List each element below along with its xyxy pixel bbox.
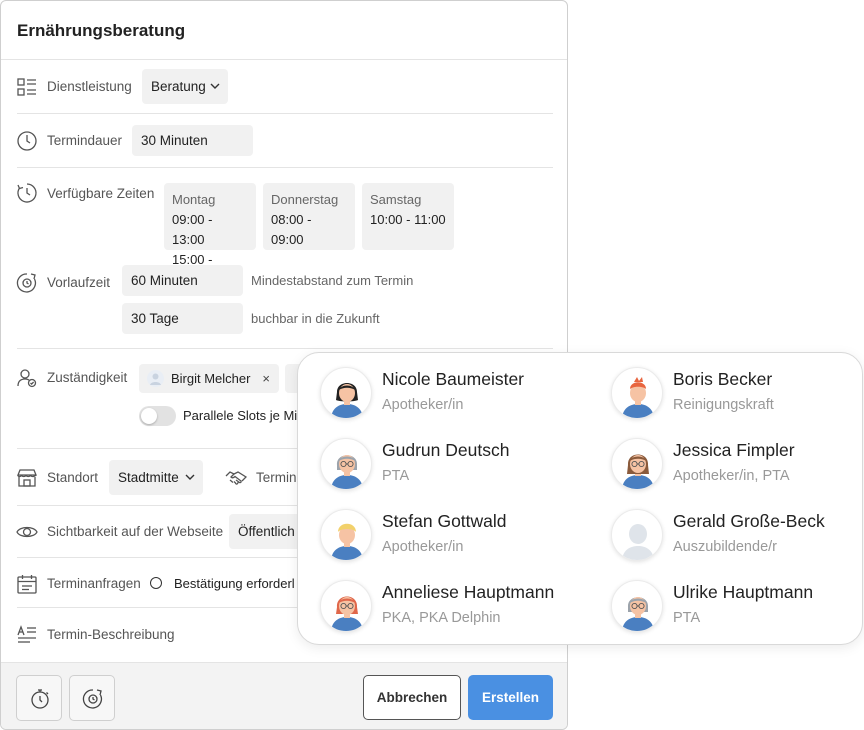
lead-time-icon	[16, 272, 38, 294]
female-gray-hair-glasses-avatar-icon	[611, 580, 663, 632]
staff-option[interactable]: Boris Becker Reinigungskraft	[611, 367, 861, 427]
handshake-icon	[225, 467, 247, 489]
staff-option[interactable]: Jessica Fimpler Apotheker/in, PTA	[611, 438, 861, 498]
visibility-value: Öffentlich	[238, 524, 295, 539]
service-value: Beratung	[151, 79, 206, 94]
description-label: Termin-Beschreibung	[47, 627, 175, 642]
staff-option[interactable]: Ulrike Hauptmann PTA	[611, 580, 861, 640]
refresh-timer-button[interactable]	[69, 675, 115, 721]
user-check-icon	[16, 367, 38, 389]
eye-icon	[16, 521, 38, 543]
responsibility-label: Zuständigkeit	[47, 370, 128, 385]
time-slot: 09:00 - 13:00	[172, 212, 213, 247]
staff-role: Auszubildende/r	[673, 539, 777, 555]
store-icon	[16, 467, 38, 489]
staff-name: Ulrike Hauptmann	[673, 582, 814, 602]
staff-role: Apotheker/in	[382, 539, 464, 555]
staff-name: Gudrun Deutsch	[382, 440, 510, 460]
female-brown-hair-glasses-avatar-icon	[611, 438, 663, 490]
staff-role: Apotheker/in, PTA	[673, 468, 790, 484]
requests-label: Terminanfragen	[47, 576, 141, 591]
day-slot-saturday[interactable]: Samstag 10:00 - 11:00	[362, 183, 454, 250]
time-history-icon	[16, 182, 38, 204]
staff-name: Anneliese Hauptmann	[382, 582, 555, 602]
lead-time-label: Vorlaufzeit	[47, 275, 111, 290]
text-format-icon	[16, 624, 38, 646]
day-name: Samstag	[370, 192, 422, 207]
header-divider	[1, 59, 567, 60]
male-red-hair-avatar-icon	[611, 367, 663, 419]
male-blond-hair-avatar-icon	[320, 509, 372, 561]
min-lead-time-input[interactable]: 60 Minuten	[122, 265, 243, 296]
staff-name: Stefan Gottwald	[382, 511, 507, 531]
service-list-icon	[16, 76, 38, 98]
divider	[17, 348, 553, 349]
chevron-down-icon	[210, 83, 220, 89]
staff-picker-popover: Nicole Baumeister Apotheker/in Boris Bec…	[297, 352, 863, 645]
staff-role: PKA, PKA Delphin	[382, 610, 501, 626]
timer-button[interactable]	[16, 675, 62, 721]
female-red-hair-glasses-avatar-icon	[320, 580, 372, 632]
staff-name: Boris Becker	[673, 369, 773, 389]
chevron-down-icon	[185, 474, 195, 480]
day-slot-monday[interactable]: Montag 09:00 - 13:00 15:00 - 17:00	[164, 183, 256, 287]
dialog-title: Ernährungsberatung	[17, 21, 186, 40]
staff-name: Gerald Große-Beck	[673, 511, 825, 531]
clock-icon	[16, 130, 38, 152]
divider	[17, 167, 553, 168]
female-dark-hair-avatar-icon	[320, 367, 372, 419]
max-lead-time-hint: buchbar in die Zukunft	[251, 311, 380, 326]
location-select[interactable]: Stadtmitte	[109, 460, 203, 495]
parallel-slots-label: Parallele Slots je Mit	[183, 408, 301, 423]
staff-role: Apotheker/in	[382, 397, 464, 413]
staff-name: Nicole Baumeister	[382, 369, 524, 389]
create-button[interactable]: Erstellen	[468, 675, 553, 720]
meeting-type-label: Termin	[256, 470, 297, 485]
staff-option[interactable]: Gerald Große-Beck Auszubildende/r	[611, 509, 861, 569]
toggle-knob	[141, 408, 157, 424]
visibility-label: Sichtbarkeit auf der Webseite	[47, 524, 224, 539]
day-name: Montag	[172, 192, 216, 207]
staff-option[interactable]: Anneliese Hauptmann PKA, PKA Delphin	[320, 580, 570, 640]
day-slot-thursday[interactable]: Donnerstag 08:00 - 09:00	[263, 183, 355, 250]
remove-chip-button[interactable]: ×	[262, 364, 270, 393]
staff-name: Jessica Fimpler	[673, 440, 795, 460]
cancel-button[interactable]: Abbrechen	[363, 675, 461, 720]
service-select[interactable]: Beratung	[142, 69, 228, 104]
available-times-label: Verfügbare Zeiten	[47, 186, 155, 201]
staff-role: Reinigungskraft	[673, 397, 774, 413]
time-slot: 10:00 - 11:00	[370, 212, 446, 227]
confirmation-radio[interactable]	[150, 577, 162, 589]
confirmation-option-label: Bestätigung erforderl	[174, 576, 295, 591]
service-label: Dienstleistung	[47, 79, 132, 94]
location-value: Stadtmitte	[118, 470, 179, 485]
staff-option[interactable]: Nicole Baumeister Apotheker/in	[320, 367, 570, 427]
placeholder-avatar-icon	[611, 509, 663, 561]
user-avatar-icon	[147, 370, 164, 387]
max-lead-time-input[interactable]: 30 Tage	[122, 303, 243, 334]
time-slot: 08:00 - 09:00	[271, 212, 312, 247]
duration-input[interactable]: 30 Minuten	[132, 125, 253, 156]
staff-option[interactable]: Stefan Gottwald Apotheker/in	[320, 509, 570, 569]
staff-role: PTA	[673, 610, 701, 626]
female-gray-hair-glasses-avatar-icon	[320, 438, 372, 490]
location-label: Standort	[47, 470, 99, 485]
divider	[17, 113, 553, 114]
refresh-clock-icon	[82, 689, 103, 709]
timer-icon	[31, 689, 49, 709]
staff-role: PTA	[382, 468, 410, 484]
staff-option[interactable]: Gudrun Deutsch PTA	[320, 438, 570, 498]
calendar-icon	[16, 573, 38, 595]
chip-name: Birgit Melcher	[171, 371, 251, 386]
duration-label: Termindauer	[47, 133, 123, 148]
assigned-staff-chip[interactable]: Birgit Melcher ×	[139, 364, 279, 393]
min-lead-time-hint: Mindestabstand zum Termin	[251, 273, 414, 288]
day-name: Donnerstag	[271, 192, 339, 207]
parallel-slots-toggle[interactable]	[139, 406, 176, 426]
dialog-footer: Abbrechen Erstellen	[1, 662, 567, 729]
